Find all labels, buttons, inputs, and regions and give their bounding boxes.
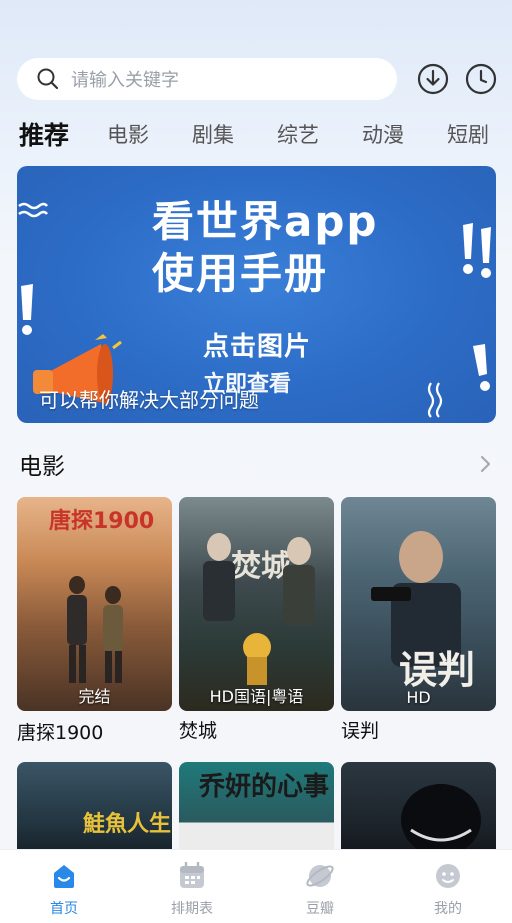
wave-vertical-icon [427,382,443,418]
search-input[interactable]: 请输入关键字 [17,58,397,100]
calendar-icon [178,861,206,890]
poster-title: 误判 [399,648,476,692]
profile-icon [434,862,462,890]
history-icon[interactable] [464,62,498,96]
poster-badge: 完结 [78,687,111,706]
tab-anime[interactable]: 动漫 [362,119,404,149]
nav-home[interactable]: 首页 [0,850,128,923]
exclamation-icon [463,223,491,278]
category-tabs: 推荐 电影 剧集 综艺 动漫 短剧 [19,112,512,156]
banner-title: 看世界app 使用手册 [152,196,378,300]
tab-recommend[interactable]: 推荐 [19,116,69,152]
poster-figures [401,784,481,856]
banner-caption: 可以帮你解决大部分问题 [39,388,259,412]
movie-poster[interactable] [341,762,496,862]
search-row: 请输入关键字 [17,58,498,100]
banner-title-line2: 使用手册 [152,249,329,298]
bottom-nav: 首页 排期表 豆瓣 我的 [0,849,512,923]
movie-title[interactable]: 误判 [341,716,379,743]
search-icon [35,66,61,92]
movie-title[interactable]: 唐探1900 [17,718,103,745]
exclamation-right-icon [473,344,490,391]
nav-label: 排期表 [171,901,213,917]
nav-label: 豆瓣 [306,901,334,917]
nav-schedule[interactable]: 排期表 [128,850,256,923]
search-placeholder: 请输入关键字 [71,70,179,91]
banner-title-line1: 看世界app [152,197,379,246]
section-header-movies[interactable]: 电影 [19,446,495,482]
poster-title: 鮭魚人生 [83,812,172,837]
poster-title: 唐探1900 [49,509,155,534]
movie-poster[interactable]: 误判 HD [341,497,496,711]
section-title: 电影 [19,454,65,480]
home-icon [50,862,78,890]
poster-title: 乔妍的心事 [199,772,330,802]
tab-variety[interactable]: 综艺 [277,119,319,149]
nav-profile[interactable]: 我的 [384,850,512,923]
poster-figures [67,576,123,683]
tab-series[interactable]: 剧集 [192,119,234,149]
movie-poster[interactable]: 唐探1900 完结 [17,497,172,711]
banner[interactable]: 看世界app 使用手册 点击图片 立即查看 可以帮你解决大部分问题 [17,166,496,423]
download-icon[interactable] [416,62,450,96]
poster-badge: HD国语|粤语 [209,687,304,706]
movie-title[interactable]: 焚城 [179,716,217,743]
tab-short-drama[interactable]: 短剧 [447,119,489,149]
banner-subtitle: 点击图片 [203,332,312,362]
poster-figures [203,533,315,685]
movie-poster[interactable]: 鮭魚人生 [17,762,172,862]
movie-poster[interactable]: 乔妍的心事 [179,762,334,862]
nav-douban[interactable]: 豆瓣 [256,850,384,923]
nav-label: 我的 [434,901,462,917]
nav-label: 首页 [50,901,78,917]
tab-movies[interactable]: 电影 [107,119,149,149]
movie-poster[interactable]: 焚城 HD国语|粤语 [179,497,334,711]
planet-icon [306,862,334,890]
wave-icon [18,202,48,218]
chevron-right-icon[interactable] [475,454,495,474]
poster-badge: HD [406,688,431,707]
